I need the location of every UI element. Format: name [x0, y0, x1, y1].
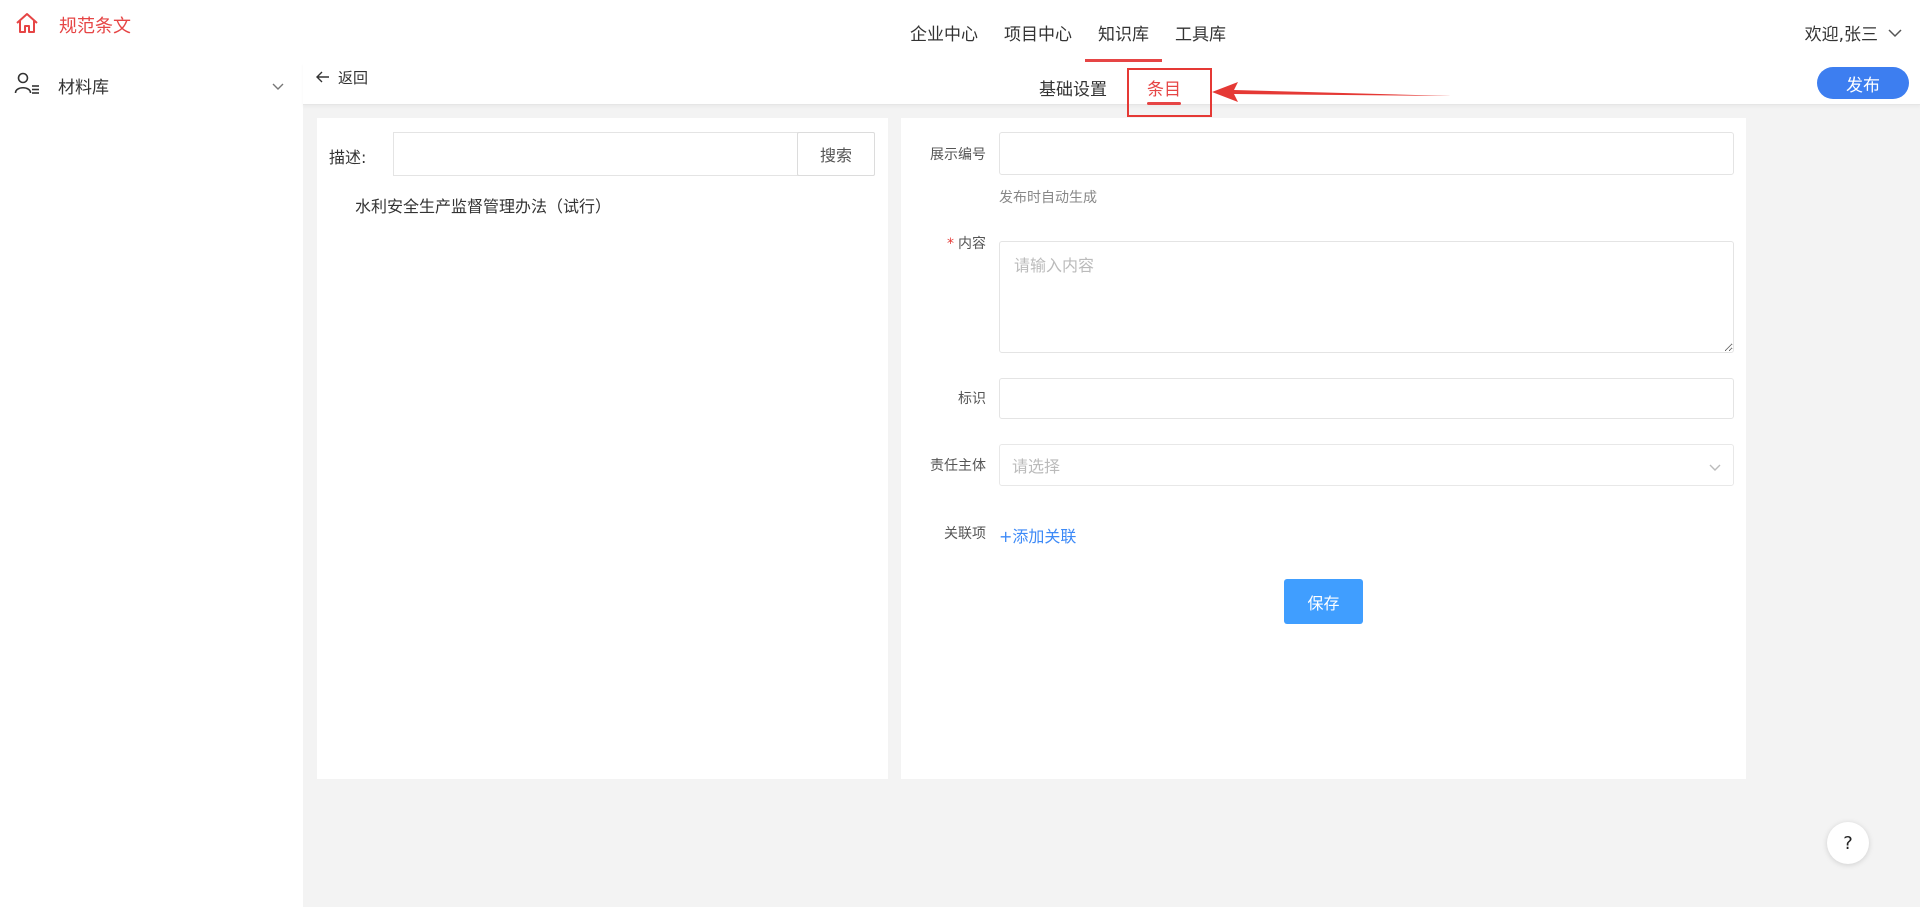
display-no-hint: 发布时自动生成 — [999, 190, 1097, 206]
user-menu[interactable]: 欢迎,张三 — [1805, 20, 1902, 45]
display-no-field[interactable] — [999, 132, 1734, 175]
mark-field[interactable] — [999, 378, 1734, 419]
content-label-text: 内容 — [958, 236, 986, 252]
top-nav: 企业中心 项目中心 知识库 工具库 欢迎,张三 — [303, 0, 1920, 63]
related-label: 关联项 — [944, 526, 986, 542]
brand-label: 规范条文 — [59, 16, 131, 37]
entry-form: 展示编号 发布时自动生成 *内容 标识 责任主体 请选择 关联项 +添加关联 保… — [901, 118, 1746, 779]
help-button[interactable]: ? — [1827, 822, 1869, 864]
sidebar-item-label: 材料库 — [58, 77, 109, 98]
tab-enterprise-center[interactable]: 企业中心 — [897, 20, 991, 62]
tab-basic-settings[interactable]: 基础设置 — [1039, 75, 1107, 105]
display-no-label: 展示编号 — [930, 147, 986, 163]
user-greeting: 欢迎,张三 — [1804, 25, 1878, 45]
nav-tabs: 企业中心 项目中心 知识库 工具库 — [897, 20, 1239, 62]
add-related-link[interactable]: +添加关联 — [999, 523, 1076, 547]
sub-header: 返回 基础设置 条目 — [303, 63, 1920, 105]
search-panel: 描述: 搜索 水利安全生产监督管理办法（试行） — [317, 118, 888, 779]
tab-project-center[interactable]: 项目中心 — [991, 20, 1085, 62]
sidebar: 规范条文 材料库 — [0, 0, 303, 907]
content-label: * 内容 — [866, 233, 986, 253]
arrow-left-icon — [316, 69, 330, 87]
responsible-placeholder: 请选择 — [1012, 457, 1061, 476]
chevron-down-icon — [1888, 23, 1902, 43]
chevron-down-icon — [1709, 457, 1721, 476]
search-input[interactable] — [393, 132, 813, 176]
chevron-down-icon — [272, 76, 284, 95]
back-button[interactable]: 返回 — [316, 67, 368, 88]
annotation-highlight-box — [1127, 68, 1212, 117]
tab-tool-library[interactable]: 工具库 — [1162, 20, 1239, 62]
search-button[interactable]: 搜索 — [797, 132, 875, 176]
responsible-label: 责任主体 — [930, 458, 986, 474]
mark-label: 标识 — [958, 391, 986, 407]
search-label: 描述: — [329, 148, 367, 167]
tab-knowledge-base[interactable]: 知识库 — [1085, 20, 1162, 62]
responsible-select[interactable]: 请选择 — [999, 444, 1734, 486]
publish-button[interactable]: 发布 — [1817, 67, 1909, 99]
annotation-arrow-icon — [1212, 82, 1452, 102]
sidebar-item-material-library[interactable]: 材料库 — [14, 72, 284, 98]
brand[interactable]: 规范条文 — [15, 12, 131, 38]
home-icon — [15, 12, 39, 38]
back-label: 返回 — [338, 69, 369, 87]
content-field[interactable] — [999, 241, 1734, 353]
required-mark: * — [947, 236, 954, 252]
save-button[interactable]: 保存 — [1284, 579, 1363, 624]
user-list-icon — [14, 72, 40, 98]
tree-item[interactable]: 水利安全生产监督管理办法（试行） — [355, 193, 611, 217]
